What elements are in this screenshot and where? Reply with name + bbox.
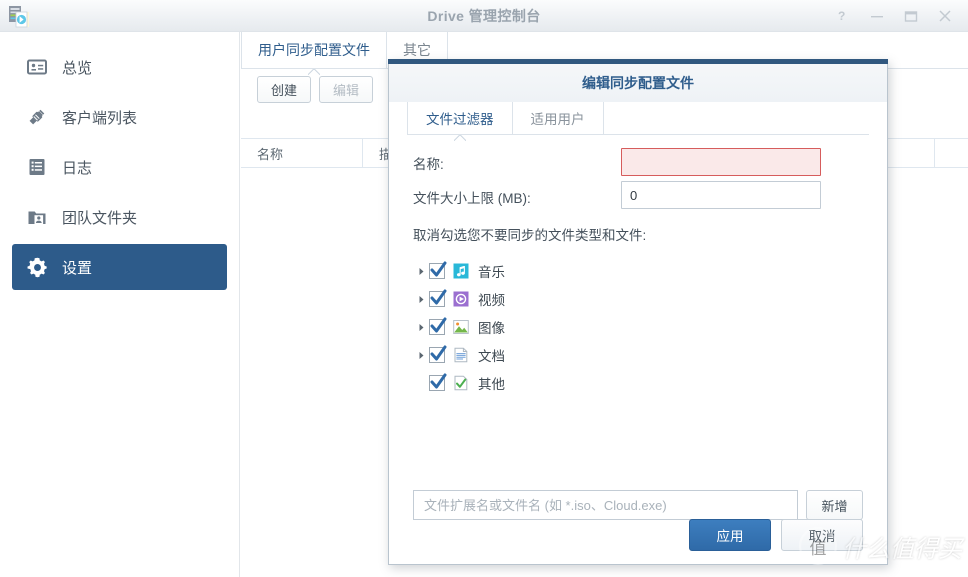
- sidebar-item-settings[interactable]: 设置: [12, 244, 227, 290]
- team-folder-icon: [24, 204, 50, 230]
- sidebar-item-label: 日志: [62, 159, 93, 177]
- dialog-title: 编辑同步配置文件: [582, 75, 694, 91]
- sidebar-item-client-list[interactable]: 客户端列表: [12, 94, 227, 140]
- sidebar: 总览 客户端列表 日志 团队文件夹 设置: [0, 32, 240, 577]
- chevron-right-icon[interactable]: [413, 263, 429, 279]
- tree-checkbox[interactable]: [429, 261, 447, 279]
- sidebar-item-team-folder[interactable]: 团队文件夹: [12, 194, 227, 240]
- dialog-tab-divider: [602, 102, 604, 134]
- tree-item-music[interactable]: 音乐: [413, 257, 505, 285]
- tree-item-label: 图像: [478, 321, 505, 336]
- image-picture-icon: [453, 319, 469, 335]
- title-bar: Drive 管理控制台 ?: [0, 0, 968, 32]
- minimize-button[interactable]: [860, 0, 894, 32]
- sidebar-item-label: 客户端列表: [62, 109, 138, 127]
- apply-button[interactable]: 应用: [689, 519, 771, 551]
- file-type-tree: 音乐 视频 图像 文档 其他: [413, 257, 505, 397]
- tree-item-label: 其他: [478, 377, 505, 392]
- log-list-icon: [24, 154, 50, 180]
- edit-button[interactable]: 编辑: [319, 76, 374, 103]
- overview-card-icon: [24, 54, 50, 80]
- dialog-tabs: 文件过滤器 适用用户: [389, 102, 887, 134]
- tree-checkbox[interactable]: [429, 289, 447, 307]
- name-input[interactable]: [621, 148, 821, 176]
- name-label: 名称:: [413, 157, 444, 172]
- size-limit-input[interactable]: [621, 181, 821, 209]
- filter-instruction-text: 取消勾选您不要同步的文件类型和文件:: [413, 228, 647, 243]
- tree-checkbox[interactable]: [429, 373, 447, 391]
- name-field-row: 名称:: [413, 153, 444, 173]
- tab-active-caret: [308, 68, 320, 75]
- chevron-right-icon[interactable]: [413, 319, 429, 335]
- help-button[interactable]: ?: [826, 0, 860, 32]
- sidebar-item-label: 团队文件夹: [62, 209, 138, 227]
- window-title: Drive 管理控制台: [427, 8, 541, 24]
- document-page-icon: [453, 347, 469, 363]
- tree-item-label: 文档: [478, 349, 505, 364]
- dialog-body: 名称: 文件大小上限 (MB): 取消勾选您不要同步的文件类型和文件:: [389, 135, 887, 490]
- tab-file-filter[interactable]: 文件过滤器: [407, 102, 512, 134]
- tree-checkbox[interactable]: [429, 317, 447, 335]
- tree-item-label: 音乐: [478, 265, 505, 280]
- tree-checkbox[interactable]: [429, 345, 447, 363]
- main-toolbar: 创建 编辑: [257, 76, 374, 103]
- plug-connector-icon: [24, 104, 50, 130]
- create-button[interactable]: 创建: [257, 76, 312, 103]
- dialog-footer: 应用 取消: [389, 506, 887, 564]
- tab-user-sync-profile[interactable]: 用户同步配置文件: [241, 32, 386, 68]
- close-button[interactable]: [928, 0, 962, 32]
- table-header-name: 名称: [241, 139, 363, 167]
- tab-label: 其它: [403, 42, 431, 58]
- sidebar-item-label: 总览: [62, 59, 93, 77]
- maximize-button[interactable]: [894, 0, 928, 32]
- chevron-right-icon[interactable]: [413, 291, 429, 307]
- music-note-icon: [453, 263, 469, 279]
- app-window: Drive 管理控制台 ? 总览 客户端列表 日志 团队文件夹 设置 用户同步配…: [0, 0, 968, 577]
- tree-item-document[interactable]: 文档: [413, 341, 505, 369]
- tree-item-label: 视频: [478, 293, 505, 308]
- tree-item-video[interactable]: 视频: [413, 285, 505, 313]
- chevron-right-icon[interactable]: [413, 347, 429, 363]
- table-header-extra: [935, 139, 968, 167]
- dialog-tab-label: 文件过滤器: [426, 112, 494, 127]
- sidebar-item-overview[interactable]: 总览: [12, 44, 227, 90]
- edit-sync-profile-dialog: 编辑同步配置文件 文件过滤器 适用用户 名称: 文件大小上限 (MB): 取消: [388, 59, 888, 565]
- tree-item-image[interactable]: 图像: [413, 313, 505, 341]
- other-check-icon: [453, 375, 469, 391]
- dialog-tab-label: 适用用户: [530, 112, 585, 127]
- sidebar-item-log[interactable]: 日志: [12, 144, 227, 190]
- svg-text:?: ?: [838, 9, 845, 23]
- dialog-header: 编辑同步配置文件: [389, 64, 887, 102]
- gear-icon: [24, 254, 50, 280]
- window-controls: ?: [826, 0, 962, 32]
- size-limit-label: 文件大小上限 (MB):: [413, 191, 531, 206]
- tab-label: 用户同步配置文件: [258, 42, 370, 58]
- video-play-icon: [453, 291, 469, 307]
- tree-item-other[interactable]: 其他: [413, 369, 505, 397]
- tab-applicable-users[interactable]: 适用用户: [511, 102, 603, 134]
- sidebar-item-label: 设置: [62, 259, 93, 277]
- cancel-button[interactable]: 取消: [781, 519, 863, 551]
- size-limit-field-row: 文件大小上限 (MB):: [413, 187, 531, 207]
